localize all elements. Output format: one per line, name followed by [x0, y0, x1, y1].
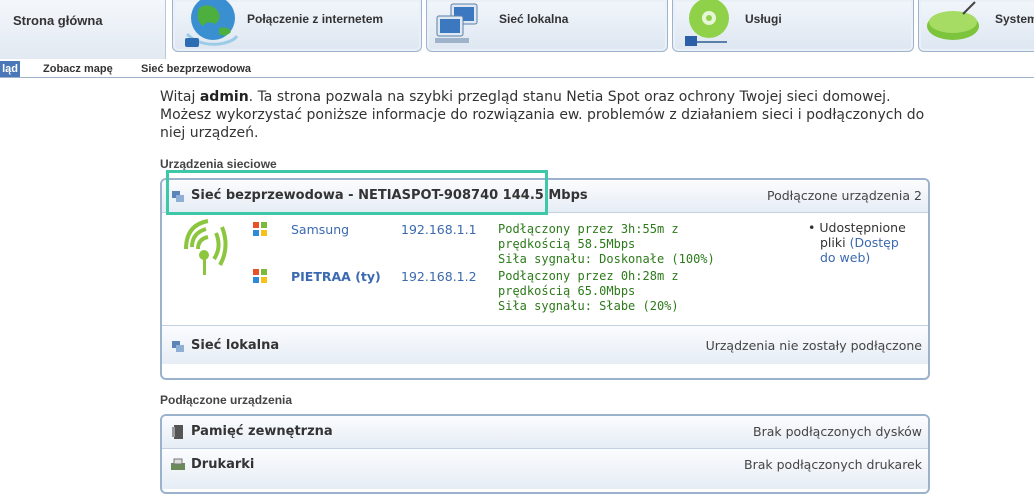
status-line: prędkością 65.0Mbps	[498, 284, 636, 298]
wifi-connected-count: Podłączone urządzenia 2	[766, 188, 922, 203]
storage-status: Brak podłączonych dysków	[753, 424, 922, 439]
wifi-signal-icon	[184, 219, 228, 275]
storage-panel-header[interactable]: Pamięć zewnętrzna Brak podłączonych dysk…	[162, 416, 928, 449]
windows-icon	[253, 222, 267, 236]
nav-tab-internet[interactable]: Połączenie z internetem	[172, 0, 422, 52]
connected-devices-heading: Podłączone urządzenia	[160, 393, 293, 407]
status-line: Podłączony przez 0h:28m z	[498, 269, 679, 283]
bullet-icon: •	[808, 220, 820, 235]
printer-icon	[171, 458, 185, 470]
sub-navigation: ląd Zobacz mapę Sieć bezprzewodowa	[0, 59, 1034, 78]
highlight-box	[166, 170, 548, 215]
nav-tab-services-label: Usługi	[745, 12, 782, 26]
status-line: prędkością 58.5Mbps	[498, 237, 636, 251]
nav-tab-system[interactable]: System	[918, 0, 1034, 52]
nav-tab-lan[interactable]: Sieć lokalna	[426, 0, 668, 52]
printers-status: Brak podłączonych drukarek	[744, 457, 922, 472]
router-icon	[927, 1, 979, 40]
storage-title: Pamięć zewnętrzna	[191, 424, 333, 439]
lan-panel-header[interactable]: Sieć lokalna Urządzenia nie zostały podł…	[162, 325, 928, 364]
intro-prefix: Witaj	[160, 89, 200, 105]
intro-body: . Ta strona pozwala na szybki przegląd s…	[160, 89, 925, 141]
device-status-pietraa: Podłączony przez 0h:28m z prędkością 65.…	[498, 269, 679, 314]
device-status-samsung: Podłączony przez 3h:55m z prędkością 58.…	[498, 222, 715, 267]
nav-home-tab[interactable]: Strona główna	[0, 0, 166, 59]
services-disc-icon	[685, 0, 729, 46]
nav-tab-lan-label: Sieć lokalna	[499, 12, 569, 26]
connected-devices-panel: Pamięć zewnętrzna Brak podłączonych dysk…	[160, 414, 930, 494]
device-name-pietraa[interactable]: PIETRAA (ty)	[291, 269, 381, 284]
status-line: Podłączony przez 3h:55m z	[498, 222, 679, 236]
device-ip-samsung[interactable]: 192.168.1.1	[401, 222, 477, 237]
storage-icon	[172, 425, 183, 439]
status-line: Siła sygnału: Słabe (20%)	[498, 299, 679, 313]
shared-label-2: pliki	[820, 235, 850, 250]
intro-text: Witaj admin. Ta strona pozwala na szybki…	[160, 88, 930, 142]
subnav-map-link[interactable]: Zobacz mapę	[43, 63, 113, 75]
subnav-active-item[interactable]: ląd	[0, 61, 20, 77]
top-navigation: Strona główna Połączenie z internetem Si…	[0, 0, 1034, 59]
nav-tab-system-label: System	[995, 12, 1034, 26]
printers-panel-header[interactable]: Drukarki Brak podłączonych drukarek	[162, 449, 928, 489]
nav-home-label: Strona główna	[13, 13, 103, 28]
nav-tab-internet-label: Połączenie z internetem	[247, 12, 384, 26]
network-icon	[172, 341, 184, 352]
device-name-samsung[interactable]: Samsung	[291, 222, 349, 237]
computers-icon	[435, 3, 478, 43]
lan-panel-title: Sieć lokalna	[191, 338, 280, 353]
device-ip-pietraa[interactable]: 192.168.1.2	[401, 269, 477, 284]
windows-icon	[253, 269, 267, 283]
wifi-panel-body: Samsung 192.168.1.1 Podłączony przez 3h:…	[162, 213, 928, 325]
shared-label: Udostępnione	[819, 220, 906, 235]
status-line: Siła sygnału: Doskonałe (100%)	[498, 252, 715, 266]
printers-title: Drukarki	[191, 457, 255, 472]
lan-status: Urządzenia nie zostały podłączone	[705, 338, 922, 353]
nav-tab-services[interactable]: Usługi	[672, 0, 914, 52]
shared-files-item: • Udostępnione pliki (Dostęp do web)	[808, 220, 906, 265]
network-devices-heading: Urządzenia sieciowe	[160, 157, 277, 171]
subnav-wireless-link[interactable]: Sieć bezprzewodowa	[141, 63, 251, 75]
intro-username: admin	[199, 89, 249, 105]
globe-icon	[185, 0, 239, 47]
